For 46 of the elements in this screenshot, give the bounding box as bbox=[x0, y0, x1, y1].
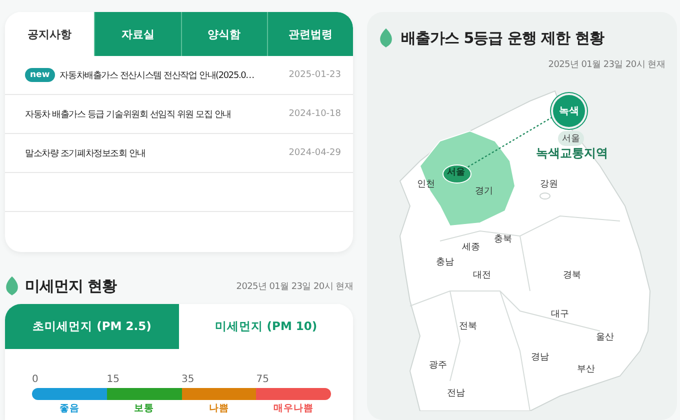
region-label: 광주 bbox=[429, 360, 447, 372]
region-label: 서울 bbox=[447, 166, 465, 178]
scale-label: 보통 bbox=[133, 402, 156, 415]
region-label: 대전 bbox=[473, 270, 491, 282]
scale-label: 좋음 bbox=[58, 402, 80, 415]
scale-label: 매우나쁨 bbox=[272, 402, 315, 415]
timestamp: 2025년 01월 23일 20시 현재 bbox=[236, 280, 353, 292]
region-label: 울산 bbox=[596, 332, 614, 344]
region-label: 인천 bbox=[417, 178, 435, 190]
city-label: 서울 bbox=[558, 131, 584, 146]
section-title: 배출가스 5등급 운행 제한 현황 bbox=[401, 28, 606, 48]
scale-tick: 35 bbox=[182, 374, 196, 387]
region-label: 강원 bbox=[540, 178, 558, 190]
status-badge: 녹색 bbox=[553, 95, 585, 127]
region-label: 충남 bbox=[436, 256, 454, 268]
region-label: 부산 bbox=[577, 364, 595, 376]
tab[interactable]: 관련법령 bbox=[266, 12, 353, 56]
leaf-icon bbox=[379, 28, 393, 48]
region-label: 전북 bbox=[459, 320, 477, 332]
scale-tick: 0 bbox=[32, 374, 40, 387]
notice-date: 2024-10-18 bbox=[288, 109, 341, 119]
region-label: 경남 bbox=[531, 352, 549, 364]
region-label: 대구 bbox=[551, 308, 569, 320]
region-label: 경북 bbox=[563, 270, 581, 282]
section-title: 미세먼지 현황 bbox=[25, 276, 118, 296]
region-label: 충북 bbox=[494, 234, 512, 246]
timestamp: 2025년 01월 23일 20시 현재 bbox=[548, 59, 665, 71]
scale-tick: 15 bbox=[106, 374, 120, 387]
notice-link[interactable]: 말소차량 조기폐차정보조회 안내 bbox=[25, 146, 284, 160]
tab[interactable]: 공지사항 bbox=[5, 12, 94, 56]
zone-label: 녹색교통지역 bbox=[536, 145, 608, 162]
notice-link[interactable]: 자동차 배출가스 등급 기술위원회 선임직 위원 모집 안내 bbox=[25, 108, 284, 120]
region-label: 경기 bbox=[475, 186, 493, 198]
scale-label: 나쁨 bbox=[208, 402, 230, 415]
tab[interactable]: 자료실 bbox=[94, 12, 181, 56]
notice-date: 2024-04-29 bbox=[288, 148, 341, 158]
scale-tick: 75 bbox=[256, 374, 270, 387]
new-badge: new bbox=[25, 68, 55, 82]
tab[interactable]: 초미세먼지 (PM 2.5) bbox=[5, 304, 179, 349]
notice-link[interactable]: 자동차배출가스 전산시스템 전산작업 안내(2025.0… bbox=[60, 68, 284, 82]
tab[interactable]: 양식함 bbox=[180, 12, 267, 56]
leaf-icon bbox=[5, 276, 19, 296]
notice-date: 2025-01-23 bbox=[288, 70, 341, 80]
region-label: 세종 bbox=[462, 242, 480, 254]
region-label: 전남 bbox=[447, 388, 465, 400]
tab[interactable]: 미세먼지 (PM 10) bbox=[179, 304, 353, 349]
